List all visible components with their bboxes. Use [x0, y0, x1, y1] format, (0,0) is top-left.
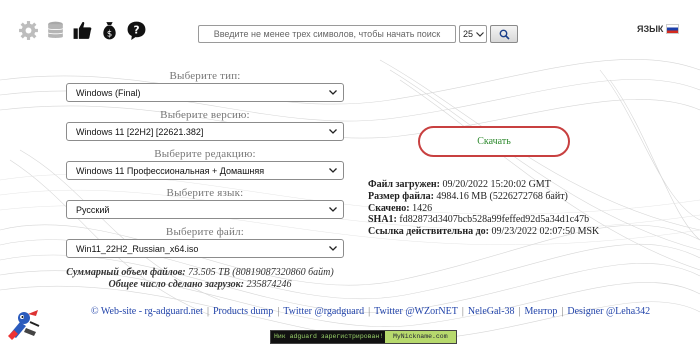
footer-link-designer[interactable]: Designer @Leha342: [567, 306, 650, 317]
footer-separator: |: [461, 306, 464, 317]
file-info-row: Размер файла: 4984.16 MB (5226272768 бай…: [368, 191, 599, 203]
banner-left-text: Ник adguard зарегистрирован!: [271, 331, 385, 343]
database-icon[interactable]: [45, 20, 66, 41]
file-info: Файл загружен: 09/20/2022 15:20:02 GMT Р…: [368, 179, 599, 238]
footer-link-nelegal[interactable]: NeleGal-38: [468, 306, 515, 317]
total-downloads-label: Общее число сделано загрузок:: [108, 279, 244, 290]
chevron-down-icon: [329, 129, 337, 134]
type-select-value: Windows (Final): [76, 87, 141, 98]
sha1-value: fd82873d3407bcb528a99feffed92d5a34d1c47b: [399, 214, 590, 226]
footer-link-products-dump[interactable]: Products dump: [213, 306, 273, 317]
footer-separator: |: [277, 306, 280, 317]
chevron-down-icon: [329, 207, 337, 212]
money-bag-icon[interactable]: $: [99, 20, 120, 41]
total-size-row: Суммарный объем файлов: 73.505 TB (80819…: [40, 267, 360, 279]
file-select-value: Win11_22H2_Russian_x64.iso: [76, 243, 199, 254]
footer-link-mentor[interactable]: Ментор: [525, 306, 558, 317]
thumbs-up-icon[interactable]: [72, 20, 93, 41]
download-button[interactable]: Скачать: [418, 126, 570, 157]
file-info-row: Файл загружен: 09/20/2022 15:20:02 GMT: [368, 179, 599, 191]
footer-separator: |: [518, 306, 521, 317]
footer-separator: |: [561, 306, 564, 317]
edition-select-value: Windows 11 Профессиональная + Домашняя: [76, 165, 265, 176]
gear-icon[interactable]: [18, 20, 39, 41]
svg-text:$: $: [107, 28, 112, 38]
footer-separator: |: [368, 306, 371, 317]
download-button-label: Скачать: [477, 136, 511, 147]
language-select-label: Выберите язык:: [166, 187, 244, 199]
svg-text:?: ?: [133, 25, 139, 37]
type-select[interactable]: Windows (Final): [66, 83, 344, 102]
chevron-down-icon: [329, 90, 337, 95]
uploaded-value: 09/20/2022 15:20:02 GMT: [442, 179, 551, 190]
selection-form: Выберите тип: Windows (Final) Выберите в…: [66, 70, 344, 265]
file-info-row: Ссылка действительна до: 09/23/2022 02:0…: [368, 226, 599, 238]
file-label: Выберите файл:: [165, 226, 245, 238]
total-size-label: Суммарный объем файлов:: [66, 267, 186, 278]
downloaded-value: 1426: [412, 202, 433, 214]
results-count-value: 25: [463, 29, 474, 39]
file-info-row: SHA1: fd82873d3407bcb528a99feffed92d5a34…: [368, 214, 599, 226]
total-size-value: 73.505 TB (80819087320860 байт): [188, 267, 334, 278]
russian-flag-icon: [666, 24, 680, 34]
chevron-down-icon: [329, 246, 337, 251]
language-select[interactable]: Русский: [66, 200, 344, 219]
version-select[interactable]: Windows 11 [22H2] [22621.382]: [66, 122, 344, 141]
size-value: 4984.16 MB (5226272768 байт): [436, 190, 568, 202]
sha1-label: SHA1:: [368, 214, 397, 226]
file-select[interactable]: Win11_22H2_Russian_x64.iso: [66, 239, 344, 258]
version-label: Выберите версию:: [160, 109, 250, 121]
size-label: Размер файла:: [368, 190, 434, 202]
link-valid-label: Ссылка действительна до:: [368, 226, 489, 238]
edition-label: Выберите редакцию:: [154, 148, 256, 160]
footer-link-twitter-wzornet[interactable]: Twitter @WZorNET: [374, 306, 458, 317]
search-button[interactable]: [490, 25, 518, 43]
type-label: Выберите тип:: [169, 70, 241, 82]
chevron-down-icon: [329, 168, 337, 173]
downloaded-label: Скачено:: [368, 202, 410, 214]
total-downloads-row: Общее число сделано загрузок: 235874246: [40, 279, 360, 291]
search-icon: [499, 29, 510, 40]
file-info-row: Скачено: 1426: [368, 203, 599, 215]
language-select-value: Русский: [76, 204, 110, 215]
search-input[interactable]: [198, 25, 456, 43]
site-totals: Суммарный объем файлов: 73.505 TB (80819…: [40, 267, 360, 291]
uploaded-label: Файл загружен:: [368, 179, 440, 190]
help-icon[interactable]: ?: [126, 20, 147, 41]
search-bar: 25: [198, 25, 518, 43]
footer-links: © Web-site - rg-adguard.net | Products dum…: [91, 306, 650, 317]
link-valid-value: 09/23/2022 02:07:50 MSK: [491, 226, 600, 238]
footer-link-twitter-rgadguard[interactable]: Twitter @rgadguard: [283, 306, 364, 317]
nickname-banner[interactable]: Ник adguard зарегистрирован! MyNickname.…: [270, 330, 457, 344]
edition-select[interactable]: Windows 11 Профессиональная + Домашняя: [66, 161, 344, 180]
footer-separator: |: [206, 306, 209, 317]
banner-right-text: MyNickname.com: [384, 331, 456, 343]
toolbar-icons: $ ?: [18, 20, 147, 41]
language-label: ЯЗЫК: [637, 24, 664, 34]
mascot-logo: [8, 310, 40, 340]
language-switch[interactable]: ЯЗЫК: [637, 24, 680, 34]
results-count-select[interactable]: 25: [459, 25, 487, 43]
footer-link-site[interactable]: © Web-site - rg-adguard.net: [91, 306, 203, 317]
version-select-value: Windows 11 [22H2] [22621.382]: [76, 126, 204, 137]
total-downloads-value: 235874246: [246, 279, 292, 290]
chevron-down-icon: [476, 31, 484, 37]
